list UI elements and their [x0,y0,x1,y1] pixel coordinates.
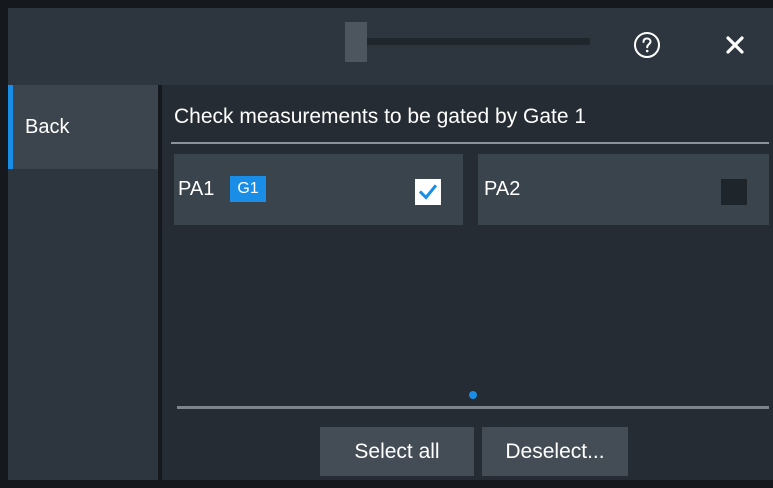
back-button[interactable]: Back [8,85,158,169]
measurement-label: PA1 [178,178,215,200]
page-indicator-dot [469,391,477,399]
help-button[interactable] [630,28,664,62]
measurement-label: PA2 [484,178,521,200]
pa2-checkbox[interactable] [721,179,747,205]
deselect-button[interactable]: Deselect... [482,427,628,476]
back-label: Back [25,116,70,138]
panel-position-slider-track[interactable] [367,38,590,45]
pa1-checkbox[interactable] [415,179,441,205]
help-circle-icon [634,32,660,58]
measurement-card-pa2[interactable]: PA2 [478,154,769,225]
back-selected-indicator [8,85,13,169]
gating-panel: Check measurements to be gated by Gate 1… [162,85,773,480]
gate-badge: G1 [230,176,266,202]
select-all-button[interactable]: Select all [320,427,474,476]
panel-position-slider-handle[interactable] [345,22,367,62]
measurement-card-pa1[interactable]: PA1 G1 [174,154,463,225]
page-indicator-track [177,406,769,409]
close-icon [726,36,744,54]
top-bar [8,8,773,85]
title-divider [171,142,769,144]
checkmark-icon [418,184,438,200]
close-button[interactable] [720,30,750,60]
panel-title: Check measurements to be gated by Gate 1 [174,105,587,128]
sidebar: Back [8,85,158,480]
